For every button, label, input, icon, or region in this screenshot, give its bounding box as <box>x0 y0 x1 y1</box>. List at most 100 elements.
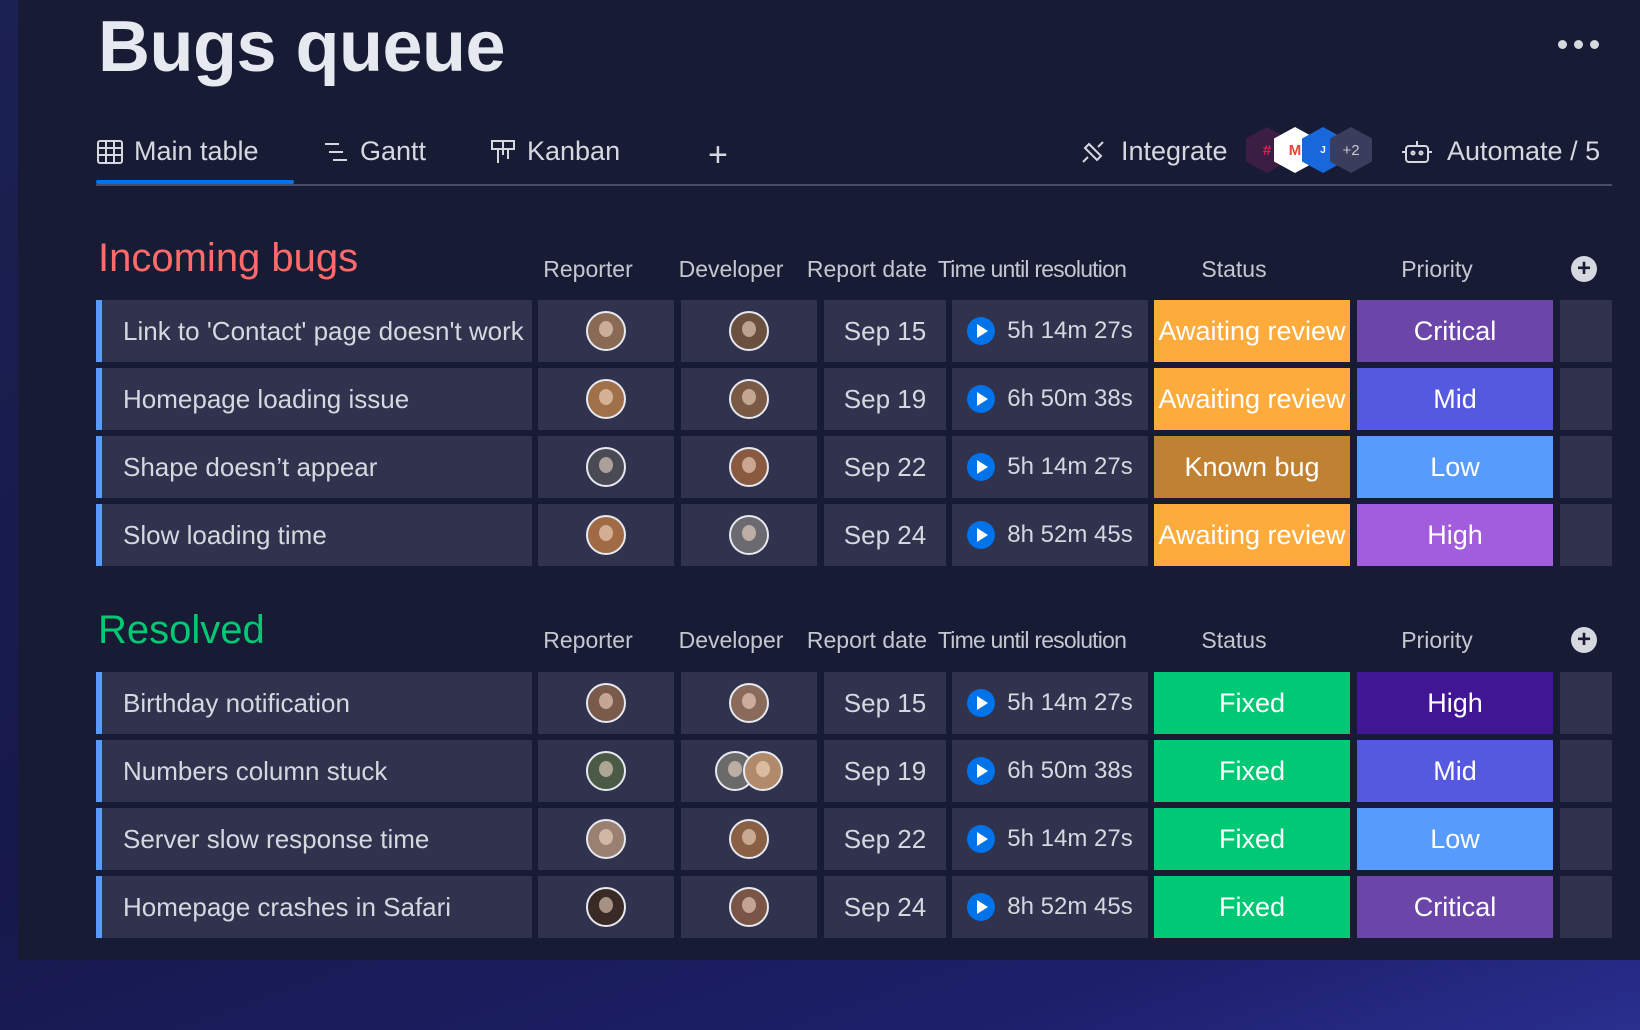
table-row[interactable]: Numbers column stuck Sep 19 6h 50m 38s Fixe… <box>96 740 1612 802</box>
column-header-time[interactable]: Time until resolution <box>934 627 1130 654</box>
empty-cell[interactable] <box>1560 504 1612 566</box>
column-header-reporter[interactable]: Reporter <box>520 627 656 654</box>
item-name-cell[interactable]: Numbers column stuck <box>102 740 532 802</box>
empty-cell[interactable] <box>1560 300 1612 362</box>
play-icon[interactable] <box>967 757 996 785</box>
developer-cell[interactable] <box>681 436 817 498</box>
developer-cell[interactable] <box>681 368 817 430</box>
time-tracking-cell[interactable]: 5h 14m 27s <box>952 808 1148 870</box>
developer-cell[interactable] <box>681 740 817 802</box>
status-cell[interactable]: Known bug <box>1154 436 1350 498</box>
empty-cell[interactable] <box>1560 808 1612 870</box>
column-header-report-date[interactable]: Report date <box>806 627 928 654</box>
item-name-cell[interactable]: Homepage crashes in Safari <box>102 876 532 938</box>
time-tracking-cell[interactable]: 6h 50m 38s <box>952 368 1148 430</box>
group-title-resolved[interactable]: Resolved <box>98 608 265 653</box>
column-header-priority[interactable]: Priority <box>1339 627 1535 654</box>
group-title-incoming[interactable]: Incoming bugs <box>98 236 358 281</box>
priority-cell[interactable]: Critical <box>1357 300 1553 362</box>
table-row[interactable]: Server slow response time Sep 22 5h 14m 27… <box>96 808 1612 870</box>
status-cell[interactable]: Fixed <box>1154 672 1350 734</box>
add-column-button[interactable]: + <box>1571 627 1597 653</box>
column-header-status[interactable]: Status <box>1136 627 1332 654</box>
developer-cell[interactable] <box>681 808 817 870</box>
status-cell[interactable]: Awaiting review <box>1154 504 1350 566</box>
reporter-cell[interactable] <box>538 876 674 938</box>
time-tracking-cell[interactable]: 5h 14m 27s <box>952 436 1148 498</box>
tab-main-table[interactable]: Main table <box>96 136 259 167</box>
play-icon[interactable] <box>967 385 996 413</box>
reporter-cell[interactable] <box>538 300 674 362</box>
time-tracking-cell[interactable]: 5h 14m 27s <box>952 672 1148 734</box>
developer-cell[interactable] <box>681 300 817 362</box>
report-date-cell[interactable]: Sep 19 <box>824 368 946 430</box>
table-row[interactable]: Homepage crashes in Safari Sep 24 8h 52m 4… <box>96 876 1612 938</box>
table-row[interactable]: Shape doesn’t appear Sep 22 5h 14m 27s Know… <box>96 436 1612 498</box>
item-name-cell[interactable]: Slow loading time <box>102 504 532 566</box>
table-row[interactable]: Homepage loading issue Sep 19 6h 50m 38s Aw… <box>96 368 1612 430</box>
reporter-cell[interactable] <box>538 504 674 566</box>
reporter-cell[interactable] <box>538 436 674 498</box>
more-options-icon[interactable] <box>1558 40 1599 49</box>
report-date-cell[interactable]: Sep 19 <box>824 740 946 802</box>
tab-gantt[interactable]: Gantt <box>322 136 426 167</box>
item-name-cell[interactable]: Birthday notification <box>102 672 532 734</box>
status-cell[interactable]: Awaiting review <box>1154 300 1350 362</box>
item-name-cell[interactable]: Shape doesn’t appear <box>102 436 532 498</box>
play-icon[interactable] <box>967 317 996 345</box>
status-cell[interactable]: Awaiting review <box>1154 368 1350 430</box>
automate-button[interactable]: Automate / 5 <box>1401 136 1600 167</box>
item-name-cell[interactable]: Homepage loading issue <box>102 368 532 430</box>
report-date-cell[interactable]: Sep 15 <box>824 300 946 362</box>
priority-cell[interactable]: Critical <box>1357 876 1553 938</box>
priority-cell[interactable]: Mid <box>1357 368 1553 430</box>
add-column-button[interactable]: + <box>1571 256 1597 282</box>
empty-cell[interactable] <box>1560 436 1612 498</box>
play-icon[interactable] <box>967 893 996 921</box>
developer-cell[interactable] <box>681 876 817 938</box>
table-row[interactable]: Slow loading time Sep 24 8h 52m 45s Awaitin… <box>96 504 1612 566</box>
reporter-cell[interactable] <box>538 368 674 430</box>
time-tracking-cell[interactable]: 8h 52m 45s <box>952 504 1148 566</box>
priority-cell[interactable]: Mid <box>1357 740 1553 802</box>
play-icon[interactable] <box>967 521 996 549</box>
report-date-cell[interactable]: Sep 22 <box>824 808 946 870</box>
report-date-cell[interactable]: Sep 24 <box>824 876 946 938</box>
empty-cell[interactable] <box>1560 672 1612 734</box>
integration-apps[interactable]: # M J +2 <box>1246 127 1376 173</box>
reporter-cell[interactable] <box>538 808 674 870</box>
column-header-report-date[interactable]: Report date <box>806 256 928 283</box>
time-tracking-cell[interactable]: 6h 50m 38s <box>952 740 1148 802</box>
empty-cell[interactable] <box>1560 368 1612 430</box>
time-tracking-cell[interactable]: 8h 52m 45s <box>952 876 1148 938</box>
column-header-developer[interactable]: Developer <box>663 256 799 283</box>
add-view-button[interactable]: + <box>708 136 728 175</box>
reporter-cell[interactable] <box>538 740 674 802</box>
play-icon[interactable] <box>967 453 996 481</box>
status-cell[interactable]: Fixed <box>1154 808 1350 870</box>
priority-cell[interactable]: High <box>1357 504 1553 566</box>
reporter-cell[interactable] <box>538 672 674 734</box>
developer-cell[interactable] <box>681 504 817 566</box>
integrate-button[interactable]: Integrate <box>1079 136 1228 167</box>
status-cell[interactable]: Fixed <box>1154 876 1350 938</box>
column-header-status[interactable]: Status <box>1136 256 1332 283</box>
item-name-cell[interactable]: Server slow response time <box>102 808 532 870</box>
column-header-priority[interactable]: Priority <box>1339 256 1535 283</box>
play-icon[interactable] <box>967 825 996 853</box>
table-row[interactable]: Birthday notification Sep 15 5h 14m 27s Fix… <box>96 672 1612 734</box>
empty-cell[interactable] <box>1560 740 1612 802</box>
play-icon[interactable] <box>967 689 996 717</box>
priority-cell[interactable]: Low <box>1357 808 1553 870</box>
priority-cell[interactable]: High <box>1357 672 1553 734</box>
report-date-cell[interactable]: Sep 15 <box>824 672 946 734</box>
table-row[interactable]: Link to 'Contact' page doesn't work Sep 1… <box>96 300 1612 362</box>
tab-kanban[interactable]: Kanban <box>489 136 620 167</box>
status-cell[interactable]: Fixed <box>1154 740 1350 802</box>
developer-cell[interactable] <box>681 672 817 734</box>
empty-cell[interactable] <box>1560 876 1612 938</box>
column-header-time[interactable]: Time until resolution <box>934 256 1130 283</box>
column-header-reporter[interactable]: Reporter <box>520 256 656 283</box>
priority-cell[interactable]: Low <box>1357 436 1553 498</box>
column-header-developer[interactable]: Developer <box>663 627 799 654</box>
